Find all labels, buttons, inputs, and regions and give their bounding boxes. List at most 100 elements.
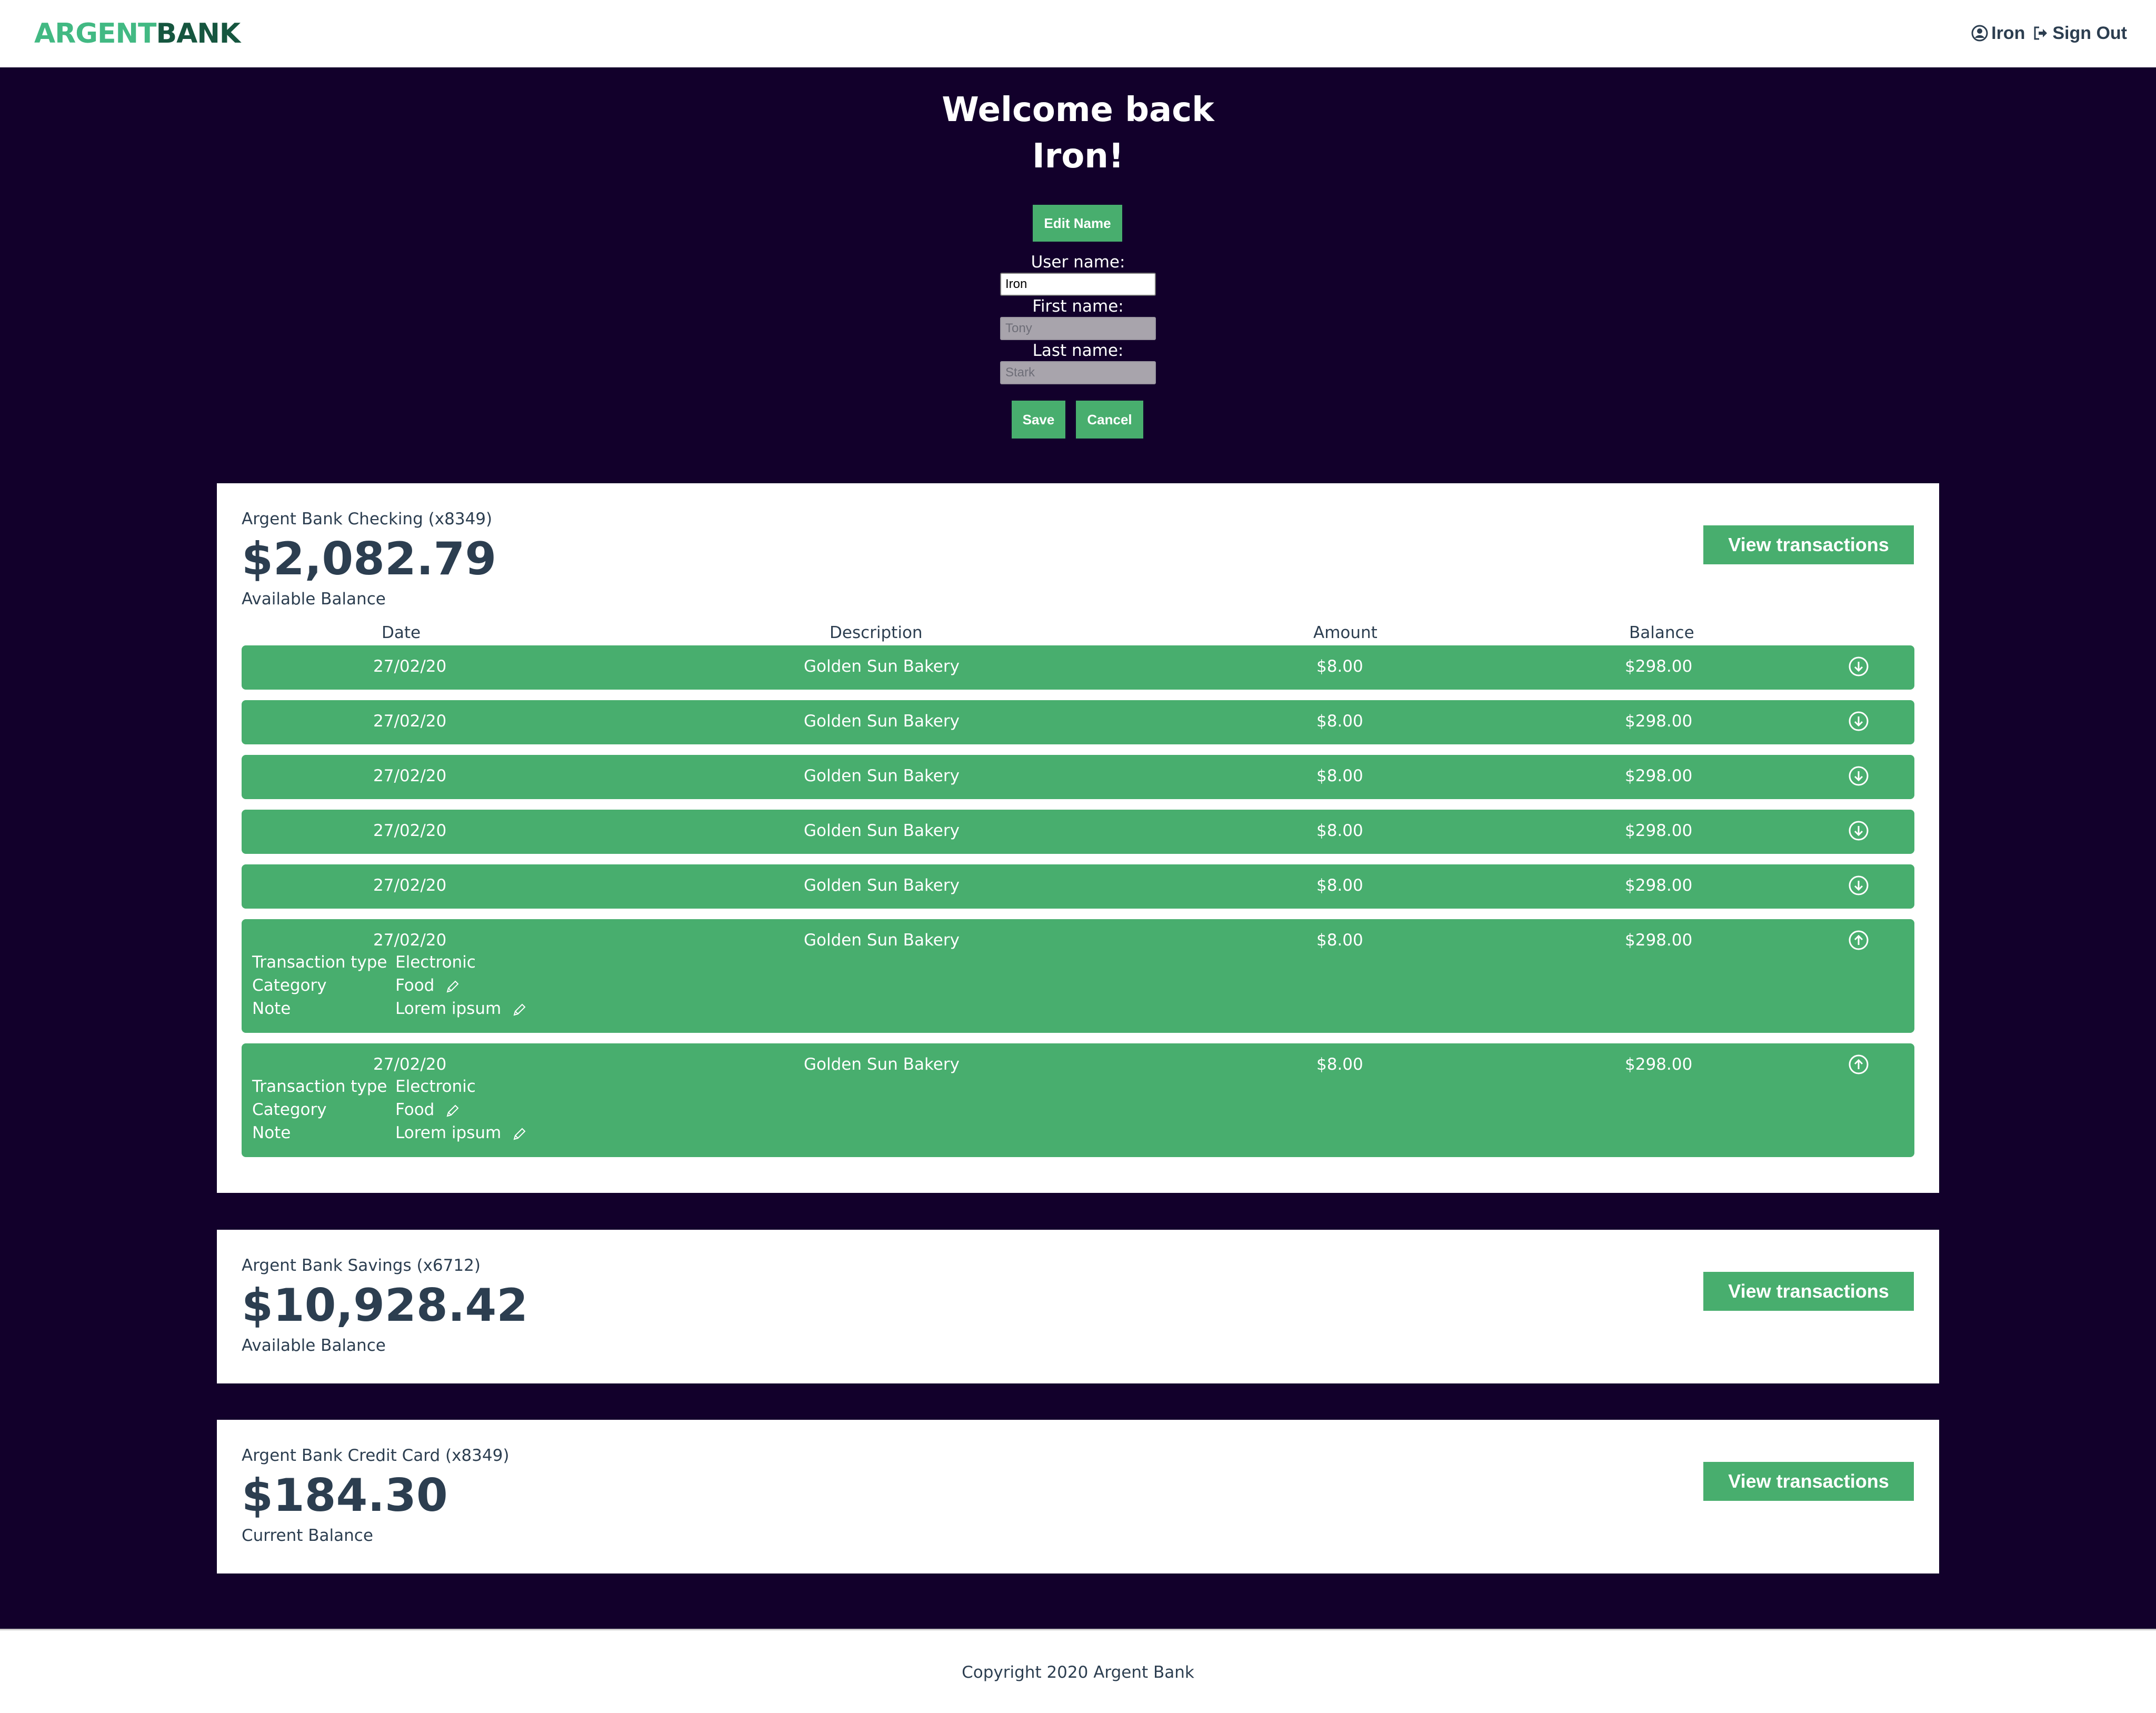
pencil-icon[interactable] — [512, 1126, 527, 1142]
note-value: Lorem ipsum — [395, 999, 502, 1018]
transaction-description: Golden Sun Bakery — [804, 876, 960, 895]
chevron-down-circle-icon[interactable] — [1848, 875, 1869, 896]
transaction-row[interactable]: 27/02/20 Golden Sun Bakery $8.00 $298.00 — [242, 645, 1914, 690]
transaction-date: 27/02/20 — [373, 931, 447, 950]
note-row: Note Lorem ipsum — [252, 997, 527, 1020]
category-value: Food — [395, 1100, 435, 1119]
welcome-line-2: Iron! — [1032, 137, 1124, 176]
view-transactions-button[interactable]: View transactions — [1703, 1272, 1914, 1311]
account-title: Argent Bank Credit Card (x8349) — [242, 1446, 510, 1465]
transaction-row[interactable]: 27/02/20 Golden Sun Bakery $8.00 $298.00 — [242, 755, 1914, 799]
username-label: User name: — [1031, 253, 1125, 272]
transaction-amount: $8.00 — [1316, 657, 1363, 676]
transaction-type-label: Transaction type — [252, 1077, 387, 1096]
save-button[interactable]: Save — [1012, 401, 1065, 439]
account-credit-card: Argent Bank Credit Card (x8349) $184.30 … — [217, 1420, 1939, 1573]
transaction-row-expanded[interactable]: 27/02/20 Golden Sun Bakery $8.00 $298.00… — [242, 1043, 1914, 1157]
transaction-row[interactable]: 27/02/20 Golden Sun Bakery $8.00 $298.00 — [242, 700, 1914, 744]
transaction-row-expanded[interactable]: 27/02/20 Golden Sun Bakery $8.00 $298.00… — [242, 919, 1914, 1033]
sign-out-icon — [2034, 26, 2048, 40]
nav-user-link[interactable]: Iron — [1971, 21, 2025, 45]
transaction-balance: $298.00 — [1625, 1055, 1693, 1074]
transaction-description: Golden Sun Bakery — [804, 712, 960, 731]
transaction-balance: $298.00 — [1625, 657, 1693, 676]
lastname-label: Last name: — [1032, 341, 1124, 360]
account-amount: $2,082.79 — [242, 533, 497, 585]
category-value: Food — [395, 976, 435, 995]
logo-text-bank: BANK — [156, 18, 241, 49]
pencil-icon[interactable] — [445, 979, 461, 994]
transaction-description: Golden Sun Bakery — [804, 1055, 960, 1074]
firstname-input: Tony — [1000, 317, 1156, 340]
edit-name-button[interactable]: Edit Name — [1033, 205, 1122, 242]
edit-name-form: User name: Iron First name: Tony Last na… — [1000, 252, 1156, 384]
transaction-type-label: Transaction type — [252, 953, 387, 972]
transaction-date: 27/02/20 — [373, 876, 447, 895]
transaction-balance: $298.00 — [1625, 712, 1693, 731]
transaction-amount: $8.00 — [1316, 821, 1363, 840]
view-transactions-button[interactable]: View transactions — [1703, 1462, 1914, 1501]
account-amount-description: Available Balance — [242, 590, 386, 609]
argent-bank-logo[interactable]: ARGENTBANK — [34, 16, 241, 52]
chevron-down-circle-icon[interactable] — [1848, 820, 1869, 841]
transaction-type-row: Transaction type Electronic — [252, 951, 476, 974]
note-label: Note — [252, 1123, 291, 1142]
category-label: Category — [252, 1100, 327, 1119]
transaction-description: Golden Sun Bakery — [804, 931, 960, 950]
pencil-icon[interactable] — [512, 1002, 527, 1018]
transaction-date: 27/02/20 — [373, 712, 447, 731]
transaction-amount: $8.00 — [1316, 876, 1363, 895]
chevron-up-circle-icon[interactable] — [1848, 1054, 1869, 1075]
account-amount-description: Available Balance — [242, 1336, 386, 1355]
transaction-row[interactable]: 27/02/20 Golden Sun Bakery $8.00 $298.00 — [242, 810, 1914, 854]
lastname-input: Stark — [1000, 361, 1156, 384]
main-nav: ARGENTBANK Iron Sign Out — [0, 0, 2156, 67]
nav-user-name: Iron — [1991, 23, 2025, 43]
account-amount: $184.30 — [242, 1469, 448, 1522]
chevron-down-circle-icon[interactable] — [1848, 656, 1869, 677]
firstname-label: First name: — [1032, 297, 1124, 316]
account-checking: Argent Bank Checking (x8349) $2,082.79 A… — [217, 483, 1939, 1193]
transaction-date: 27/02/20 — [373, 821, 447, 840]
transaction-description: Golden Sun Bakery — [804, 766, 960, 785]
account-amount-description: Current Balance — [242, 1526, 373, 1545]
chevron-down-circle-icon[interactable] — [1848, 765, 1869, 786]
header-amount: Amount — [1313, 623, 1378, 642]
transaction-type-row: Transaction type Electronic — [252, 1075, 476, 1098]
transaction-balance: $298.00 — [1625, 931, 1693, 950]
pencil-icon[interactable] — [445, 1103, 461, 1119]
account-amount: $10,928.42 — [242, 1279, 528, 1332]
chevron-up-circle-icon[interactable] — [1848, 930, 1869, 951]
sign-out-label: Sign Out — [2052, 23, 2127, 43]
account-title: Argent Bank Savings (x6712) — [242, 1256, 481, 1275]
user-circle-icon — [1971, 25, 1988, 42]
username-input[interactable]: Iron — [1000, 273, 1156, 296]
view-transactions-button[interactable]: View transactions — [1703, 525, 1914, 564]
transaction-description: Golden Sun Bakery — [804, 821, 960, 840]
transaction-amount: $8.00 — [1316, 931, 1363, 950]
category-row: Category Food — [252, 1098, 461, 1121]
transaction-balance: $298.00 — [1625, 876, 1693, 895]
welcome-heading: Welcome back Iron! — [0, 87, 2156, 180]
note-row: Note Lorem ipsum — [252, 1121, 527, 1144]
header-description: Description — [830, 623, 923, 642]
transaction-row[interactable]: 27/02/20 Golden Sun Bakery $8.00 $298.00 — [242, 864, 1914, 909]
welcome-line-1: Welcome back — [942, 91, 1214, 130]
nav-links: Iron Sign Out — [1964, 21, 2127, 45]
transaction-amount: $8.00 — [1316, 712, 1363, 731]
chevron-down-circle-icon[interactable] — [1848, 711, 1869, 732]
account-title: Argent Bank Checking (x8349) — [242, 510, 493, 529]
transaction-type-value: Electronic — [395, 1077, 476, 1096]
transaction-date: 27/02/20 — [373, 766, 447, 785]
cancel-button[interactable]: Cancel — [1076, 401, 1143, 439]
transaction-type-value: Electronic — [395, 953, 476, 972]
account-savings: Argent Bank Savings (x6712) $10,928.42 A… — [217, 1230, 1939, 1383]
copyright-text: Copyright 2020 Argent Bank — [962, 1663, 1194, 1682]
transaction-description: Golden Sun Bakery — [804, 657, 960, 676]
transaction-balance: $298.00 — [1625, 766, 1693, 785]
logo-text-argent: ARGENT — [34, 18, 156, 49]
category-row: Category Food — [252, 974, 461, 997]
category-label: Category — [252, 976, 327, 995]
sign-out-link[interactable]: Sign Out — [2032, 21, 2127, 45]
transaction-date: 27/02/20 — [373, 1055, 447, 1074]
